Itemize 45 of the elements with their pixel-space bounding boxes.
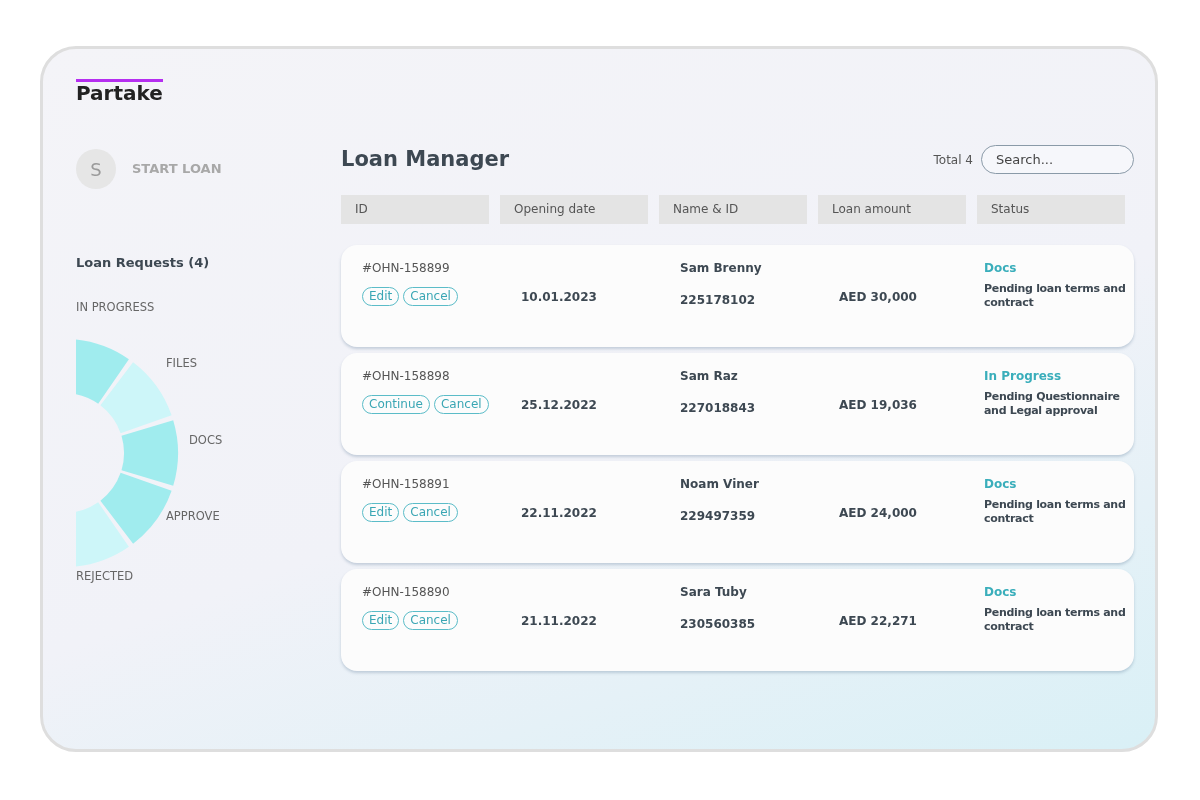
status-note: Pending loan terms and contract	[984, 605, 1127, 635]
customer-name: Sam Raz	[680, 367, 739, 385]
customer-id: 229497359	[680, 507, 757, 525]
partake-logo: Partake	[76, 79, 163, 104]
loan-amount: AED 24,000	[839, 504, 918, 522]
avatar-circle: S	[76, 149, 116, 189]
start-loan-link[interactable]: START LOAN	[132, 159, 222, 179]
status-note: Pending Questionnaire and Legal approval	[984, 389, 1121, 419]
status-note: Pending loan terms and contract	[984, 281, 1127, 311]
customer-id: 225178102	[680, 291, 757, 309]
column-header: Status	[977, 194, 1125, 224]
customer-id: 230560385	[680, 615, 757, 633]
column-header: Name & ID	[659, 194, 807, 224]
loan-amount: AED 19,036	[839, 396, 918, 414]
status-label: In Progress	[984, 367, 1063, 385]
segment-label: IN PROGRESS	[76, 298, 155, 316]
opening-date: 21.11.2022	[521, 612, 598, 630]
status-label: Docs	[984, 259, 1018, 277]
column-header: ID	[341, 194, 489, 224]
status-label: Docs	[984, 475, 1018, 493]
customer-name: Noam Viner	[680, 475, 760, 493]
column-header: Opening date	[500, 194, 648, 224]
customer-name: Sara Tuby	[680, 583, 748, 601]
column-header: Loan amount	[818, 194, 966, 224]
customer-name: Sam Brenny	[680, 259, 763, 277]
status-label: Docs	[984, 583, 1018, 601]
segment-label: REJECTED	[76, 567, 134, 585]
status-note: Pending loan terms and contract	[984, 497, 1127, 527]
search-field[interactable]: Search...	[981, 145, 1134, 175]
total-count: Total 4	[933, 151, 973, 169]
section-title: Loan Requests (4)	[76, 254, 211, 272]
loan-id: #OHN-158891	[362, 475, 451, 493]
opening-date: 25.12.2022	[521, 396, 598, 414]
page-title: Loan Manager	[341, 146, 510, 173]
loan-amount: AED 30,000	[839, 288, 918, 306]
opening-date: 22.11.2022	[521, 504, 598, 522]
segment-label: FILES	[166, 354, 197, 372]
loan-id: #OHN-158898	[362, 367, 451, 385]
loan-id: #OHN-158899	[362, 259, 451, 277]
segment-label: APPROVE	[166, 507, 220, 525]
customer-id: 227018843	[680, 399, 757, 417]
segment-label: DOCS	[189, 431, 223, 449]
opening-date: 10.01.2023	[521, 288, 598, 306]
loan-amount: AED 22,271	[839, 612, 918, 630]
loan-id: #OHN-158890	[362, 583, 451, 601]
